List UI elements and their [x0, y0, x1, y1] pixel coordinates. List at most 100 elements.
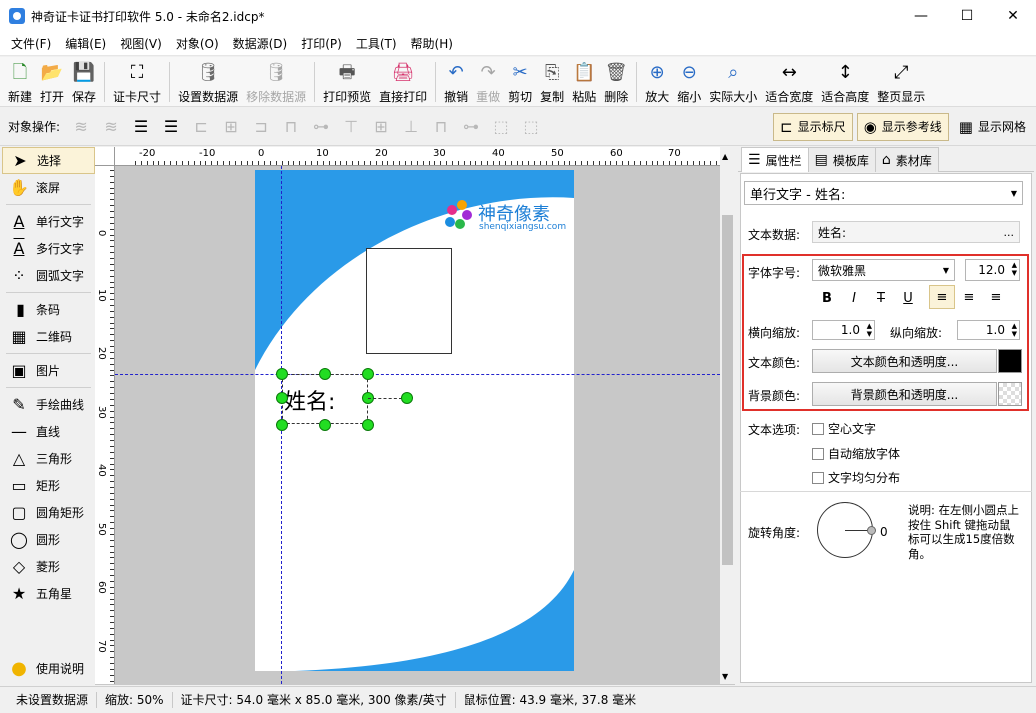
remove-datasource-button[interactable]: 🛢 移除数据源 — [242, 58, 310, 106]
bg-color-swatch[interactable] — [998, 382, 1022, 406]
copy-button[interactable]: ⎘ 复制 — [536, 58, 568, 106]
show-ruler-toggle[interactable]: ⊏ 显示标尺 — [773, 112, 853, 141]
print-preview-button[interactable]: 🖶 打印预览 — [319, 58, 375, 106]
direct-print-button[interactable]: 🖨 直接打印 — [375, 58, 431, 106]
layer-down-icon[interactable]: ≋ — [99, 115, 123, 139]
space-h-icon[interactable]: ⊶ — [309, 115, 333, 139]
cut-button[interactable]: ✂ 剪切 — [504, 58, 536, 106]
align-right-icon[interactable]: ⊐ — [249, 115, 273, 139]
object-selector[interactable]: 单行文字 - 姓名: ▼ — [744, 181, 1023, 205]
vscale-stepper[interactable]: 1.0 ▲ ▼ — [957, 320, 1020, 340]
tool-diamond[interactable]: ◇ 菱形 — [2, 553, 95, 580]
align-bottom-icon[interactable]: ⊥ — [399, 115, 423, 139]
resize-handle[interactable] — [276, 419, 288, 431]
paste-button[interactable]: 📋 粘贴 — [568, 58, 600, 106]
align-center-button[interactable]: ≡ — [957, 286, 981, 308]
show-guides-toggle[interactable]: ◉ 显示参考线 — [856, 112, 949, 141]
align-right-button[interactable]: ≡ — [984, 286, 1008, 308]
strikethrough-button[interactable]: T — [869, 287, 893, 309]
tool-scroll[interactable]: ✋ 滚屏 — [2, 174, 95, 201]
menu-print[interactable]: 打印(P) — [294, 32, 349, 56]
tool-freehand[interactable]: ✎ 手绘曲线 — [2, 391, 95, 418]
menu-file[interactable]: 文件(F) — [4, 32, 58, 56]
help-button[interactable]: ● 使用说明 — [2, 655, 95, 682]
menu-edit[interactable]: 编辑(E) — [58, 32, 113, 56]
menu-view[interactable]: 视图(V) — [113, 32, 169, 56]
rotation-handle[interactable] — [401, 392, 413, 404]
vertical-scroll-thumb[interactable] — [722, 215, 733, 565]
zoom-out-button[interactable]: ⊖ 缩小 — [673, 58, 705, 106]
menu-datasource[interactable]: 数据源(D) — [226, 32, 295, 56]
open-button[interactable]: 📂 打开 — [36, 58, 68, 106]
font-family-select[interactable]: 微软雅黑 ▼ — [812, 259, 955, 281]
align-left-icon[interactable]: ⊏ — [189, 115, 213, 139]
align-top-icon[interactable]: ⊤ — [339, 115, 363, 139]
tool-barcode[interactable]: ▮ 条码 — [2, 296, 95, 323]
text-color-button[interactable]: 文本颜色和透明度... — [812, 349, 997, 373]
horizontal-guide-line[interactable] — [115, 374, 720, 375]
redo-button[interactable]: ↷ 重做 — [472, 58, 504, 106]
bring-front-icon[interactable]: ☰ — [129, 115, 153, 139]
align-center-icon[interactable]: ⊞ — [219, 115, 243, 139]
italic-button[interactable]: I — [842, 287, 866, 309]
fit-width-button[interactable]: ↔ 适合宽度 — [761, 58, 817, 106]
distribute-v-icon[interactable]: ⊓ — [429, 115, 453, 139]
tool-star[interactable]: ★ 五角星 — [2, 580, 95, 607]
auto-scale-font-checkbox[interactable]: 自动缩放字体 — [812, 445, 900, 462]
horizontal-ruler[interactable]: -20 -10 0 10 20 30 40 50 60 70 — [115, 147, 720, 166]
new-button[interactable]: 🗋 新建 — [4, 58, 36, 106]
hscale-stepper[interactable]: 1.0 ▲ ▼ — [812, 320, 875, 340]
tool-single-line-text[interactable]: A 单行文字 — [2, 208, 95, 235]
text-color-swatch[interactable] — [998, 349, 1022, 373]
tab-templates[interactable]: ▤ 模板库 — [807, 147, 876, 172]
photo-placeholder[interactable] — [366, 248, 452, 354]
tool-triangle[interactable]: △ 三角形 — [2, 445, 95, 472]
delete-button[interactable]: 🗑 删除 — [600, 58, 632, 106]
fit-page-button[interactable]: ⤢ 整页显示 — [873, 58, 929, 106]
even-distribution-checkbox[interactable]: 文字均匀分布 — [812, 469, 900, 486]
distribute-h-icon[interactable]: ⊓ — [279, 115, 303, 139]
text-data-field[interactable]: 姓名:... — [812, 221, 1020, 243]
maximize-button[interactable]: ☐ — [944, 0, 990, 32]
save-button[interactable]: 💾 保存 — [68, 58, 100, 106]
fit-height-button[interactable]: ↕ 适合高度 — [817, 58, 873, 106]
tool-rectangle[interactable]: ▭ 矩形 — [2, 472, 95, 499]
group-icon[interactable]: ⬚ — [489, 115, 513, 139]
resize-handle[interactable] — [319, 419, 331, 431]
menu-help[interactable]: 帮助(H) — [404, 32, 460, 56]
resize-handle[interactable] — [362, 419, 374, 431]
resize-handle[interactable] — [276, 368, 288, 380]
resize-handle[interactable] — [276, 392, 288, 404]
font-size-stepper[interactable]: 12.0 ▲ ▼ — [965, 259, 1020, 281]
underline-button[interactable]: U — [896, 287, 920, 309]
text-data-more-button[interactable]: ... — [1004, 226, 1015, 239]
tool-ellipse[interactable]: ◯ 圆形 — [2, 526, 95, 553]
card-size-button[interactable]: ⛶ 证卡尺寸 — [109, 58, 165, 106]
vertical-ruler[interactable]: 0 10 20 30 40 50 60 70 80 — [95, 166, 115, 684]
minimize-button[interactable]: — — [898, 0, 944, 32]
bg-color-button[interactable]: 背景颜色和透明度... — [812, 382, 997, 406]
tool-qrcode[interactable]: ▦ 二维码 — [2, 323, 95, 350]
resize-handle[interactable] — [362, 368, 374, 380]
scroll-down-icon[interactable]: ▼ — [722, 672, 728, 681]
zoom-in-button[interactable]: ⊕ 放大 — [641, 58, 673, 106]
rotation-knob[interactable] — [867, 526, 876, 535]
undo-button[interactable]: ↶ 撤销 — [440, 58, 472, 106]
space-v-icon[interactable]: ⊶ — [459, 115, 483, 139]
ungroup-icon[interactable]: ⬚ — [519, 115, 543, 139]
tab-materials[interactable]: ⌂ 素材库 — [874, 147, 939, 172]
menu-object[interactable]: 对象(O) — [169, 32, 226, 56]
align-left-button[interactable]: ≡ — [929, 285, 955, 309]
bold-button[interactable]: B — [815, 287, 839, 309]
tool-select[interactable]: ➤ 选择 — [2, 147, 95, 174]
align-middle-icon[interactable]: ⊞ — [369, 115, 393, 139]
show-grid-toggle[interactable]: ▦ 显示网格 — [953, 113, 1032, 141]
tool-arc-text[interactable]: ⁘ 圆弧文字 — [2, 262, 95, 289]
scroll-up-icon[interactable]: ▲ — [722, 152, 728, 161]
actual-size-button[interactable]: ⌕ 实际大小 — [705, 58, 761, 106]
tool-rounded-rectangle[interactable]: ▢ 圆角矩形 — [2, 499, 95, 526]
close-button[interactable]: ✕ — [990, 0, 1036, 32]
send-back-icon[interactable]: ☰ — [159, 115, 183, 139]
tool-multi-line-text[interactable]: A 多行文字 — [2, 235, 95, 262]
resize-handle[interactable] — [319, 368, 331, 380]
